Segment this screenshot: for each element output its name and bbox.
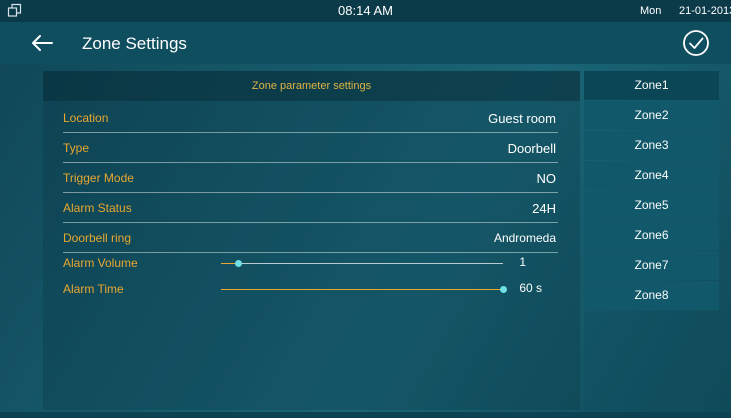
- setting-label: Alarm Volume: [63, 256, 138, 270]
- zone-item[interactable]: Zone3: [584, 131, 719, 160]
- setting-label: Location: [63, 111, 109, 125]
- setting-row-trigger-mode[interactable]: Trigger Mode NO: [63, 163, 558, 193]
- zone-item[interactable]: Zone6: [584, 221, 719, 250]
- setting-row-alarm-volume: Alarm Volume 1: [63, 249, 558, 278]
- zone-list: Zone1 Zone2 Zone3 Zone4 Zone5 Zone6 Zone…: [584, 71, 719, 413]
- setting-value: NO: [536, 171, 557, 186]
- setting-value: 24H: [532, 201, 556, 216]
- zone-item[interactable]: Zone2: [584, 101, 719, 130]
- setting-value: Andromeda: [493, 231, 556, 245]
- alarm-volume-value: 1: [519, 255, 526, 269]
- slider-fill: [221, 289, 503, 290]
- zone-item[interactable]: Zone1: [584, 71, 719, 100]
- alarm-time-value: 60 s: [519, 281, 542, 295]
- alarm-volume-slider[interactable]: [221, 260, 503, 267]
- status-date: 21-01-2013: [679, 5, 731, 17]
- zone-item[interactable]: Zone4: [584, 161, 719, 190]
- setting-row-alarm-status[interactable]: Alarm Status 24H: [63, 193, 558, 223]
- zone-list-filler: [584, 311, 719, 413]
- setting-label: Alarm Time: [63, 282, 124, 296]
- setting-label: Type: [63, 141, 90, 155]
- zone-parameter-panel: Zone parameter settings Location Guest r…: [43, 71, 580, 410]
- alarm-time-slider[interactable]: [221, 286, 507, 293]
- setting-label: Trigger Mode: [63, 171, 134, 185]
- setting-value: Guest room: [488, 111, 556, 126]
- check-circle-icon[interactable]: [681, 28, 711, 58]
- bottom-bar: [0, 412, 731, 418]
- setting-row-location[interactable]: Location Guest room: [63, 103, 558, 133]
- setting-label: Alarm Status: [63, 201, 132, 215]
- zone-item[interactable]: Zone5: [584, 191, 719, 220]
- setting-value: Doorbell: [507, 141, 556, 156]
- slider-handle[interactable]: [500, 286, 507, 293]
- setting-row-type[interactable]: Type Doorbell: [63, 133, 558, 163]
- zone-item[interactable]: Zone7: [584, 251, 719, 280]
- arrow-left-icon[interactable]: [30, 32, 54, 54]
- zone-item[interactable]: Zone8: [584, 281, 719, 310]
- status-time: 08:14 AM: [338, 3, 393, 18]
- setting-row-alarm-time: Alarm Time 60 s: [63, 275, 558, 304]
- panel-title: Zone parameter settings: [43, 71, 580, 101]
- status-bar: 08:14 AM Mon 21-01-2013: [0, 0, 731, 22]
- setting-label: Doorbell ring: [63, 231, 132, 245]
- slider-handle[interactable]: [234, 260, 242, 267]
- page-title: Zone Settings: [82, 34, 187, 53]
- title-bar: Zone Settings: [0, 22, 731, 64]
- status-day: Mon: [640, 5, 662, 17]
